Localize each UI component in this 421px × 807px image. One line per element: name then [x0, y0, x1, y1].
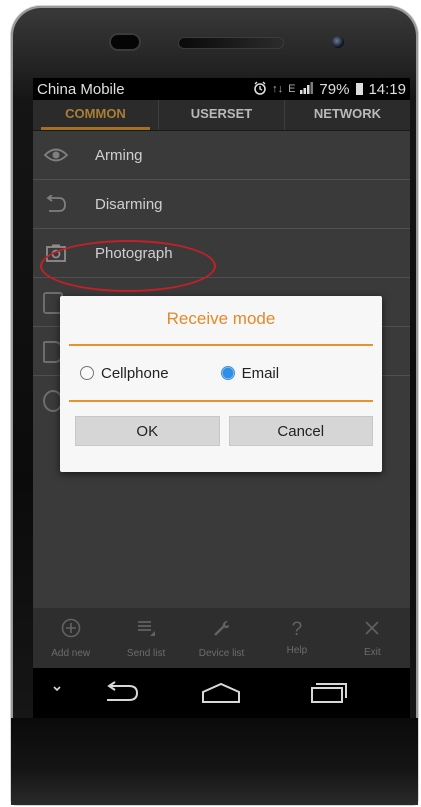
battery-icon: [356, 83, 364, 95]
receive-mode-options: Cellphone Email: [69, 346, 373, 402]
phone-screen: China Mobile ↑↓ E 79% 14:19 COMMON USERS…: [33, 78, 410, 718]
cellphone-radio[interactable]: [80, 366, 94, 380]
alarm-icon: [253, 81, 267, 98]
exit-button[interactable]: Exit: [335, 608, 410, 668]
email-radio[interactable]: [220, 366, 235, 380]
menu-item-label: Disarming: [95, 195, 163, 213]
clock: 14:19: [368, 80, 406, 98]
data-activity-icon: ↑↓: [272, 83, 284, 95]
undo-icon: [33, 195, 79, 213]
tab-userset[interactable]: USERSET: [158, 100, 284, 130]
bottom-label: Help: [286, 645, 308, 656]
eye-icon: [33, 147, 79, 163]
tab-network[interactable]: NETWORK: [284, 100, 410, 130]
status-bar: China Mobile ↑↓ E 79% 14:19: [33, 78, 410, 100]
earpiece-speaker: [179, 38, 283, 48]
bottom-label: Device list: [198, 647, 245, 659]
chevron-down-icon[interactable]: [51, 682, 63, 700]
back-icon[interactable]: [101, 680, 141, 709]
bottom-action-bar: Add new Send list Device list ? Help Exi…: [33, 608, 410, 668]
add-circle-icon: [61, 618, 81, 643]
home-icon[interactable]: [201, 682, 241, 709]
menu-item-label: Arming: [95, 146, 143, 164]
carrier-name: China Mobile: [37, 80, 125, 98]
signal-strength-icon: [300, 81, 314, 98]
option-email[interactable]: Email: [220, 364, 280, 382]
cancel-button[interactable]: Cancel: [228, 416, 373, 446]
phone-chin: [11, 718, 418, 805]
question-icon: ?: [291, 619, 303, 640]
tab-bar: COMMON USERSET NETWORK: [33, 100, 410, 131]
status-icons: ↑↓ E 79% 14:19: [253, 81, 406, 98]
recent-apps-icon[interactable]: [308, 680, 348, 709]
network-type-label: E: [288, 83, 296, 95]
option-label: Cellphone: [101, 364, 169, 382]
send-list-button[interactable]: Send list: [108, 608, 183, 668]
dialog-buttons: OK Cancel: [75, 416, 373, 446]
tab-common[interactable]: COMMON: [33, 100, 158, 130]
battery-percent: 79%: [319, 80, 350, 98]
wrench-icon: [212, 618, 232, 643]
close-icon: [363, 619, 381, 642]
device-list-button[interactable]: Device list: [184, 608, 259, 668]
list-icon: [136, 618, 156, 643]
bottom-label: Add new: [51, 647, 91, 659]
ok-button[interactable]: OK: [75, 416, 220, 446]
add-new-button[interactable]: Add new: [33, 608, 108, 668]
option-cellphone[interactable]: Cellphone: [80, 365, 169, 382]
dialog-title: Receive mode: [69, 296, 373, 346]
receive-mode-dialog: Receive mode Cellphone Email OK Cancel: [60, 296, 382, 472]
bottom-label: Send list: [126, 647, 166, 659]
option-label: Email: [241, 364, 280, 382]
menu-item-arming[interactable]: Arming: [33, 131, 410, 180]
menu-item-disarming[interactable]: Disarming: [33, 180, 410, 229]
sensor-dot: [111, 35, 139, 49]
front-camera: [332, 36, 344, 48]
android-nav-bar: [33, 668, 410, 718]
photograph-highlight-ring: [40, 240, 216, 292]
bottom-label: Exit: [363, 646, 381, 658]
help-button[interactable]: ? Help: [259, 608, 334, 668]
